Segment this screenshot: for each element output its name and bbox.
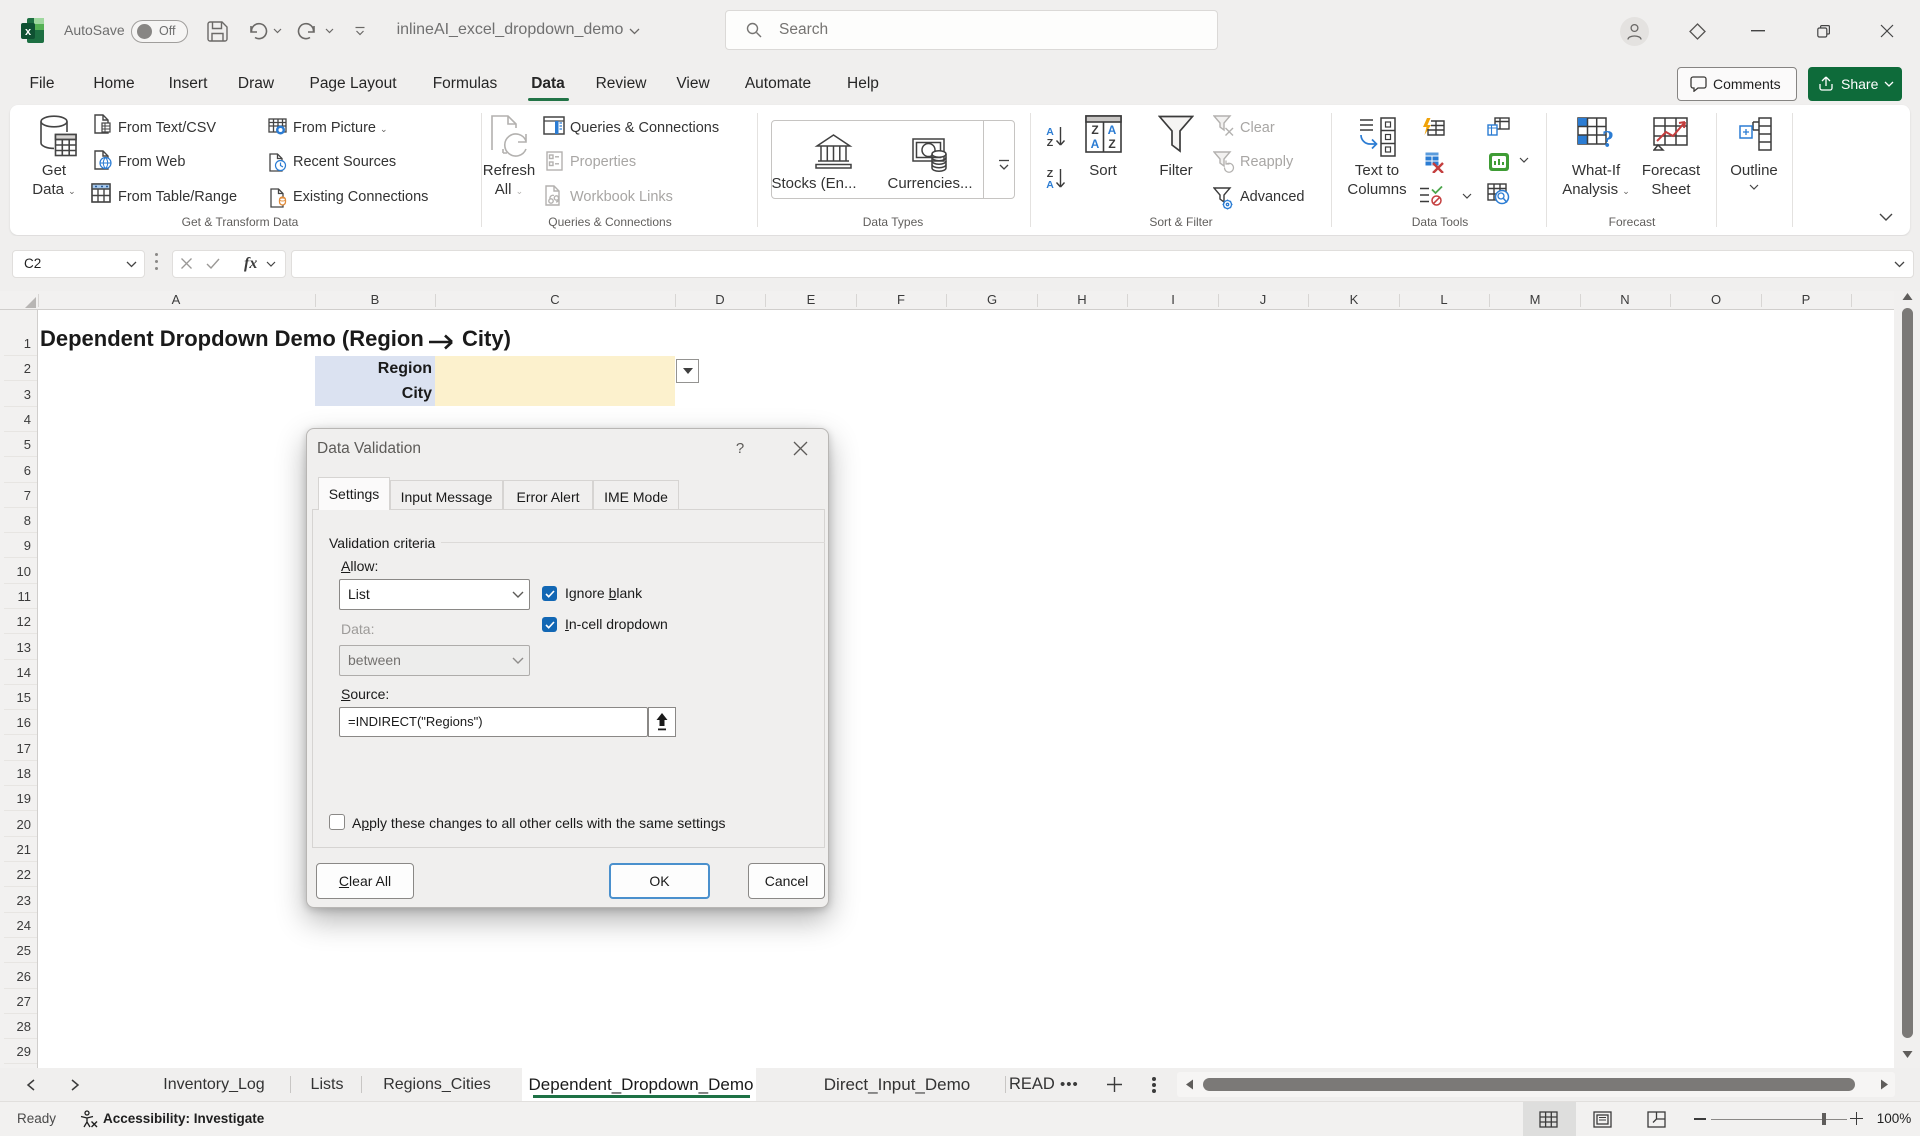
svg-text:A: A <box>1091 137 1100 151</box>
svg-text:Z: Z <box>1091 123 1098 137</box>
svg-text:A: A <box>1046 179 1054 190</box>
svg-text:Z: Z <box>1108 137 1115 151</box>
svg-text:?: ? <box>1602 127 1614 153</box>
svg-text:A: A <box>1108 123 1117 137</box>
svg-text:Z: Z <box>1047 137 1054 148</box>
svg-text:x: x <box>25 26 32 38</box>
